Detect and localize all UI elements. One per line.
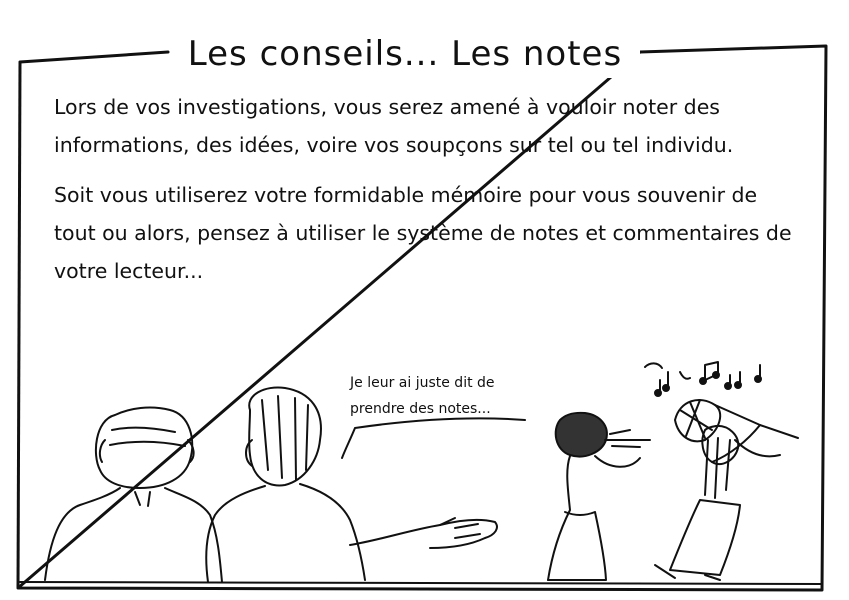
figure-flute-player: [547, 411, 651, 581]
figure-right-seated: [205, 386, 498, 583]
figure-left-seated: [44, 406, 223, 583]
figure-net-holder: [654, 399, 799, 581]
scribbled-head: [554, 411, 608, 458]
ground-line: [19, 581, 823, 585]
speech-bubble-tail: [341, 417, 526, 459]
music-notes: [644, 361, 762, 397]
illustration: [19, 361, 823, 585]
